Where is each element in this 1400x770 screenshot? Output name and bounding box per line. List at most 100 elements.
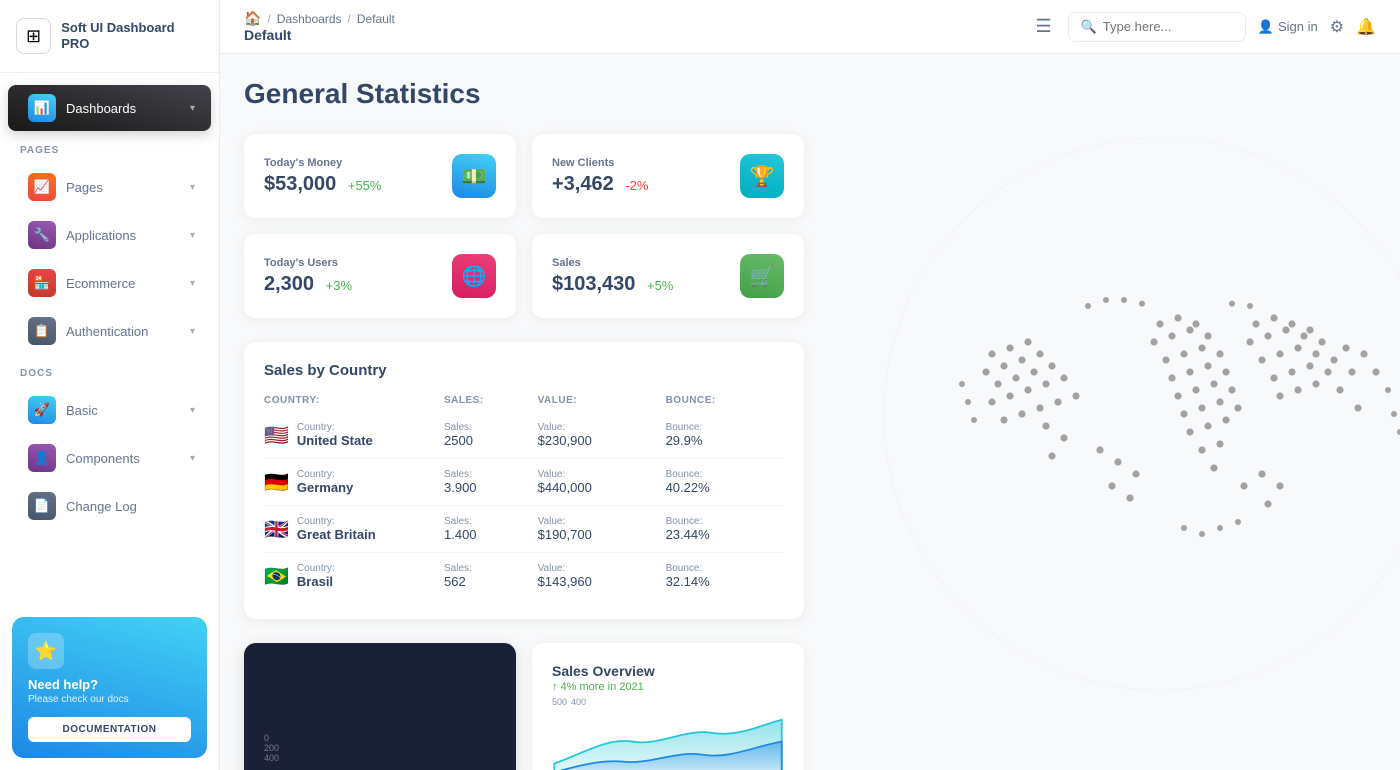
stat-change: +3% bbox=[326, 278, 352, 293]
search-input[interactable] bbox=[1103, 19, 1233, 34]
country-value: $440,000 bbox=[538, 480, 666, 495]
stat-icon-clients: 🏆 bbox=[740, 154, 784, 198]
bounce-col-label: Bounce: bbox=[666, 563, 784, 574]
stat-label: Today's Money bbox=[264, 157, 381, 169]
sales-overview-subtitle: ↑ 4% more in 2021 bbox=[552, 681, 784, 693]
content-inner: General Statistics Today's Money $53,000… bbox=[244, 78, 1376, 770]
y-axis: 400 200 0 bbox=[264, 733, 279, 763]
table-row: 🇺🇸 Country: United State Sales: 2500 Val… bbox=[264, 412, 784, 459]
chevron-down-icon: ▾ bbox=[190, 453, 195, 464]
country-flag: 🇩🇪 bbox=[264, 470, 289, 495]
country-sales: 3.900 bbox=[444, 480, 538, 495]
settings-icon[interactable]: ⚙ bbox=[1330, 17, 1344, 37]
changelog-icon: 📄 bbox=[28, 492, 56, 520]
stat-value: $53,000 +55% bbox=[264, 173, 381, 196]
docs-section-label: DOCS bbox=[0, 356, 219, 385]
table-row: 🇬🇧 Country: Great Britain Sales: 1.400 V… bbox=[264, 506, 784, 553]
search-box[interactable]: 🔍 bbox=[1068, 12, 1246, 42]
col-header-sales: Sales: bbox=[444, 395, 538, 412]
col-header-bounce: Bounce: bbox=[666, 395, 784, 412]
sidebar-item-label: Pages bbox=[66, 180, 180, 195]
country-flag: 🇬🇧 bbox=[264, 517, 289, 542]
stat-label: Today's Users bbox=[264, 257, 352, 269]
country-col-label: Country: bbox=[297, 563, 335, 574]
country-name: Brasil bbox=[297, 574, 335, 589]
sidebar-item-basic[interactable]: 🚀 Basic ▾ bbox=[8, 387, 211, 433]
help-box: ⭐ Need help? Please check our docs DOCUM… bbox=[12, 617, 207, 758]
sidebar-item-pages[interactable]: 📈 Pages ▾ bbox=[8, 164, 211, 210]
logo-icon: ⊞ bbox=[16, 18, 51, 54]
breadcrumb-sep2: / bbox=[348, 12, 351, 26]
stat-card-users: Today's Users 2,300 +3% 🌐 bbox=[244, 234, 516, 318]
sidebar-item-label: Components bbox=[66, 451, 180, 466]
help-title: Need help? bbox=[28, 677, 191, 692]
country-name: Great Britain bbox=[297, 527, 376, 542]
bounce-col-label: Bounce: bbox=[666, 422, 784, 433]
country-value: $143,960 bbox=[538, 574, 666, 589]
country-name: Germany bbox=[297, 480, 353, 495]
stat-value: +3,462 -2% bbox=[552, 173, 648, 196]
country-value: $230,900 bbox=[538, 433, 666, 448]
sidebar-item-applications[interactable]: 🔧 Applications ▾ bbox=[8, 212, 211, 258]
breadcrumb-dashboards[interactable]: Dashboards bbox=[277, 12, 342, 26]
components-icon: 👤 bbox=[28, 444, 56, 472]
value-col-label: Value: bbox=[538, 469, 666, 480]
so-label-500: 500 bbox=[552, 697, 567, 707]
stat-info: Today's Users 2,300 +3% bbox=[264, 257, 352, 296]
sidebar-item-changelog[interactable]: 📄 Change Log bbox=[8, 483, 211, 529]
menu-icon[interactable]: ☰ bbox=[1035, 16, 1051, 37]
bell-icon[interactable]: 🔔 bbox=[1356, 17, 1376, 37]
sidebar-item-ecommerce[interactable]: 🏪 Ecommerce ▾ bbox=[8, 260, 211, 306]
stat-change: +55% bbox=[348, 178, 382, 193]
sales-col-label: Sales: bbox=[444, 469, 538, 480]
sales-section-title: Sales by Country bbox=[264, 362, 784, 379]
y-label: 0 bbox=[264, 733, 279, 743]
sign-in-label: Sign in bbox=[1278, 19, 1318, 34]
country-table: Country: Sales: Value: Bounce: 🇺🇸 Countr… bbox=[264, 395, 784, 599]
country-sales: 2500 bbox=[444, 433, 538, 448]
country-value: $190,700 bbox=[538, 527, 666, 542]
bottom-charts: 400 200 0 Sales Overview ↑ 4% more in 20… bbox=[244, 643, 804, 770]
applications-icon: 🔧 bbox=[28, 221, 56, 249]
so-label-400: 400 bbox=[571, 697, 586, 707]
sidebar-item-label: Basic bbox=[66, 403, 180, 418]
chevron-down-icon: ▾ bbox=[190, 326, 195, 337]
bar-chart bbox=[283, 755, 496, 763]
sales-col-label: Sales: bbox=[444, 563, 538, 574]
sidebar-item-authentication[interactable]: 📋 Authentication ▾ bbox=[8, 308, 211, 354]
breadcrumb-area: 🏠 / Dashboards / Default Default bbox=[244, 10, 1011, 43]
sidebar-nav: 📊 Dashboards ▾ PAGES 📈 Pages ▾ 🔧 Applica… bbox=[0, 73, 219, 605]
app-name: Soft UI Dashboard PRO bbox=[61, 20, 203, 51]
bounce-col-label: Bounce: bbox=[666, 516, 784, 527]
help-star-icon: ⭐ bbox=[28, 633, 64, 669]
sidebar-item-components[interactable]: 👤 Components ▾ bbox=[8, 435, 211, 481]
bounce-col-label: Bounce: bbox=[666, 469, 784, 480]
sales-col-label: Sales: bbox=[444, 422, 538, 433]
sign-in-link[interactable]: 👤 Sign in bbox=[1258, 19, 1318, 35]
y-label: 400 bbox=[264, 753, 279, 763]
content-area: General Statistics Today's Money $53,000… bbox=[220, 54, 1400, 770]
breadcrumb-sep: / bbox=[267, 12, 270, 26]
sidebar-item-label: Change Log bbox=[66, 499, 195, 514]
sales-col-label: Sales: bbox=[444, 516, 538, 527]
stats-grid: Today's Money $53,000 +55% 💵 New Clients… bbox=[244, 134, 804, 318]
sidebar: ⊞ Soft UI Dashboard PRO 📊 Dashboards ▾ P… bbox=[0, 0, 220, 770]
stat-change: +5% bbox=[647, 278, 673, 293]
stat-value: $103,430 +5% bbox=[552, 273, 673, 296]
bar-chart-area: 400 200 0 bbox=[264, 663, 496, 763]
chevron-down-icon: ▾ bbox=[190, 103, 195, 114]
breadcrumb: 🏠 / Dashboards / Default bbox=[244, 10, 1011, 27]
value-col-label: Value: bbox=[538, 563, 666, 574]
so-y-labels: 500 400 bbox=[552, 697, 784, 707]
topbar: 🏠 / Dashboards / Default Default ☰ 🔍 👤 S… bbox=[220, 0, 1400, 54]
stat-value: 2,300 +3% bbox=[264, 273, 352, 296]
country-bounce: 32.14% bbox=[666, 574, 784, 589]
documentation-button[interactable]: DOCUMENTATION bbox=[28, 717, 191, 742]
country-sales: 1.400 bbox=[444, 527, 538, 542]
chevron-down-icon: ▾ bbox=[190, 278, 195, 289]
table-row: 🇧🇷 Country: Brasil Sales: 562 Value: $14… bbox=[264, 553, 784, 600]
auth-icon: 📋 bbox=[28, 317, 56, 345]
sales-overview-title: Sales Overview bbox=[552, 663, 784, 679]
line-chart-svg bbox=[552, 711, 784, 770]
sidebar-item-dashboards[interactable]: 📊 Dashboards ▾ bbox=[8, 85, 211, 131]
